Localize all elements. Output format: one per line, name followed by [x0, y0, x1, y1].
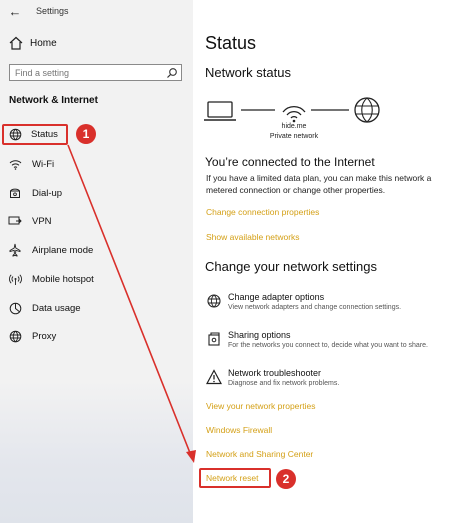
- sidebar-item-mobile-hotspot[interactable]: Mobile hotspot: [7, 270, 94, 288]
- windows-firewall-link[interactable]: Windows Firewall: [206, 425, 272, 435]
- sidebar-item-proxy[interactable]: Proxy: [7, 327, 56, 345]
- option-title: Sharing options: [228, 330, 291, 340]
- show-available-networks-link[interactable]: Show available networks: [206, 232, 300, 242]
- connected-heading: You’re connected to the Internet: [205, 155, 375, 169]
- sidebar-item-vpn[interactable]: VPN: [7, 212, 52, 230]
- status-globe-icon: [7, 128, 23, 142]
- option-network-troubleshooter[interactable]: Network troubleshooter Diagnose and fix …: [206, 368, 339, 387]
- hotspot-icon: [7, 272, 23, 286]
- dialup-icon: [7, 186, 23, 200]
- page-title: Status: [205, 33, 257, 53]
- change-connection-properties-link[interactable]: Change connection properties: [206, 207, 319, 217]
- network-reset-highlight: [199, 468, 271, 488]
- sidebar-item-wifi[interactable]: Wi-Fi: [7, 155, 54, 173]
- view-network-properties-link[interactable]: View your network properties: [206, 401, 315, 411]
- proxy-globe-icon: [7, 329, 23, 343]
- sidebar-background-blur: [0, 380, 193, 523]
- sidebar-item-label: Data usage: [32, 302, 81, 314]
- option-description: Diagnose and fix network problems.: [228, 380, 340, 387]
- step-1-badge: 1: [76, 124, 96, 144]
- sharing-icon: [208, 332, 220, 346]
- option-title: Network troubleshooter: [228, 368, 322, 378]
- sidebar-item-label: Dial-up: [32, 187, 63, 199]
- option-description: View network adapters and change connect…: [228, 304, 402, 311]
- home-label: Home: [30, 37, 57, 49]
- sidebar-item-dialup[interactable]: Dial-up: [7, 184, 62, 202]
- title-bar: ← Settings: [0, 0, 193, 22]
- back-arrow-icon[interactable]: ←: [0, 4, 30, 19]
- option-sharing[interactable]: Sharing options For the networks you con…: [206, 330, 428, 349]
- sidebar: ← Settings Home Network & Internet Statu…: [0, 0, 193, 523]
- wifi-icon: [7, 157, 23, 171]
- airplane-icon: [7, 243, 23, 257]
- network-type: Private network: [269, 133, 319, 140]
- sidebar-item-data-usage[interactable]: Data usage: [7, 299, 81, 317]
- sidebar-item-label: Mobile hotspot: [32, 273, 94, 285]
- adapter-globe-icon: [207, 294, 221, 308]
- router-wifi-icon: [282, 106, 306, 123]
- section-title: Network & Internet: [9, 95, 98, 106]
- window-title: Settings: [36, 6, 69, 16]
- search-box[interactable]: [9, 64, 182, 81]
- home-link[interactable]: Home: [8, 35, 57, 51]
- sidebar-item-label: Airplane mode: [32, 244, 94, 256]
- option-title: Change adapter options: [228, 292, 325, 302]
- warning-triangle-icon: [206, 369, 222, 385]
- data-usage-icon: [7, 301, 23, 315]
- search-icon[interactable]: [166, 67, 178, 79]
- search-input[interactable]: [15, 67, 165, 78]
- sidebar-item-label: Wi-Fi: [32, 158, 55, 170]
- sidebar-item-airplane-mode[interactable]: Airplane mode: [7, 241, 93, 259]
- network-name: hide.me: [281, 123, 307, 130]
- network-sharing-center-link[interactable]: Network and Sharing Center: [206, 449, 313, 459]
- change-settings-heading: Change your network settings: [205, 259, 377, 274]
- network-status-heading: Network status: [205, 65, 291, 80]
- sidebar-item-status[interactable]: Status: [2, 124, 68, 145]
- option-description: For the networks you connect to, decide …: [228, 342, 428, 349]
- sidebar-item-label: Proxy: [32, 330, 57, 342]
- internet-globe-icon: [354, 97, 380, 123]
- vpn-icon: [7, 214, 23, 228]
- step-2-badge: 2: [276, 469, 296, 489]
- option-change-adapter[interactable]: Change adapter options View network adap…: [206, 292, 401, 311]
- sidebar-item-label: Status: [31, 129, 58, 140]
- home-icon: [9, 36, 23, 50]
- sidebar-item-label: VPN: [32, 215, 52, 227]
- connected-description: If you have a limited data plan, you can…: [206, 173, 432, 195]
- main-panel: Status Network status hide.me Private ne…: [193, 0, 474, 523]
- laptop-icon: [204, 101, 236, 121]
